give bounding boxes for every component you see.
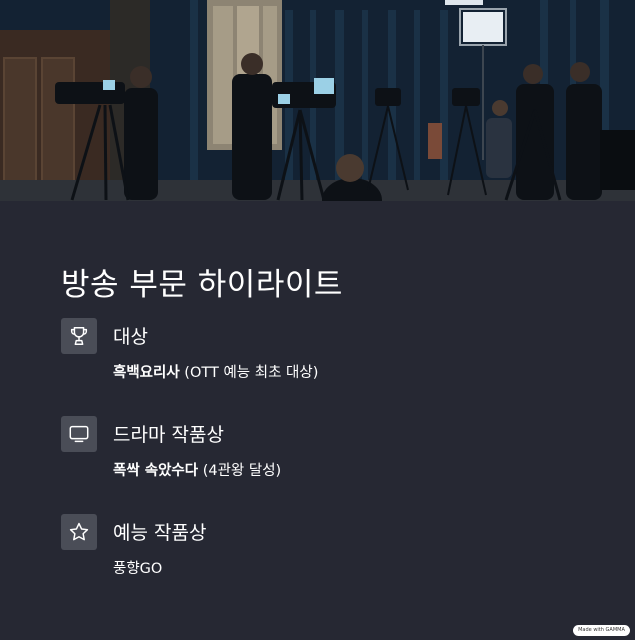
award-winner: 흑백요리사 bbox=[113, 365, 180, 381]
award-note: 풍향GO bbox=[113, 561, 163, 577]
award-detail: 흑백요리사 (OTT 예능 최초 대상) bbox=[113, 361, 318, 382]
award-note: (OTT 예능 최초 대상) bbox=[179, 365, 319, 381]
award-note: (4관왕 달성) bbox=[198, 463, 282, 479]
award-heading: 드라마 작품상 bbox=[113, 424, 224, 446]
award-detail: 풍향GO bbox=[113, 557, 162, 578]
award-heading: 대상 bbox=[113, 326, 148, 348]
slide: 방송 부문 하이라이트 대상 흑백요리사 (OTT 예능 최초 대상) 드라마 … bbox=[0, 0, 635, 640]
made-with-badge[interactable]: Made with GAMMA bbox=[573, 625, 630, 636]
trophy-icon bbox=[61, 318, 97, 354]
section-title: 방송 부문 하이라이트 bbox=[61, 267, 343, 303]
tv-icon bbox=[61, 416, 97, 452]
award-detail: 폭싹 속았수다 (4관왕 달성) bbox=[113, 459, 281, 480]
award-heading: 예능 작품상 bbox=[113, 522, 207, 544]
hero-image bbox=[0, 0, 635, 201]
award-winner: 폭싹 속았수다 bbox=[113, 463, 199, 479]
star-icon bbox=[61, 514, 97, 550]
